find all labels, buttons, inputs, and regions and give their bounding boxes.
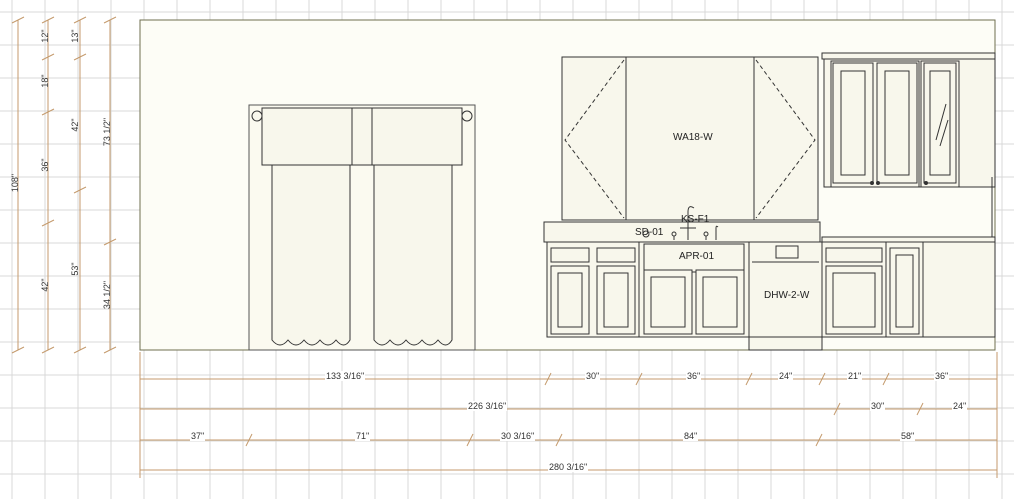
dim-v-col1-0: 108" xyxy=(10,173,20,193)
dim-h-row1-1: 30" xyxy=(585,371,601,381)
dim-h-row1-4: 21" xyxy=(847,371,863,381)
dim-v-col3-1: 42" xyxy=(70,118,80,132)
dim-v-col2-0: 12" xyxy=(40,29,50,43)
dim-v-col2-2: 36" xyxy=(40,158,50,172)
dim-v-col4-1: 34 1/2" xyxy=(102,280,112,310)
wall-cabinet-label: WA18-W xyxy=(673,132,713,143)
dishwasher-label: DHW-2-W xyxy=(764,290,810,301)
dim-h-row1-0: 133 3/16" xyxy=(325,371,366,381)
dim-h-row3-4: 58" xyxy=(900,431,916,441)
dim-v-col4-0: 73 1/2" xyxy=(102,117,112,147)
dim-h-row1-3: 24" xyxy=(778,371,794,381)
dim-v-col2-1: 18" xyxy=(40,74,50,88)
elevation-drawing xyxy=(0,0,1014,499)
window-curtains xyxy=(248,104,476,351)
dim-h-row3-3: 84" xyxy=(683,431,699,441)
dim-h-row1-2: 36" xyxy=(686,371,702,381)
dim-v-col3-0: 13" xyxy=(70,29,80,43)
dim-h-row2-2: 24" xyxy=(952,401,968,411)
sink-label: SD-01 xyxy=(635,227,664,238)
dim-h-row3-2: 30 3/16" xyxy=(500,431,536,441)
dim-h-row3-1: 71" xyxy=(355,431,371,441)
dim-h-row2-1: 30" xyxy=(870,401,886,411)
dim-h-row4-0: 280 3/16" xyxy=(548,462,589,472)
dim-h-row3-0: 37" xyxy=(190,431,206,441)
faucet-label: KS-F1 xyxy=(681,214,710,225)
dim-v-col3-2: 53" xyxy=(70,262,80,276)
dim-v-col2-3: 42" xyxy=(40,278,50,292)
apron-label: APR-01 xyxy=(679,251,715,262)
dim-h-row2-0: 226 3/16" xyxy=(467,401,508,411)
dim-h-row1-5: 36" xyxy=(934,371,950,381)
